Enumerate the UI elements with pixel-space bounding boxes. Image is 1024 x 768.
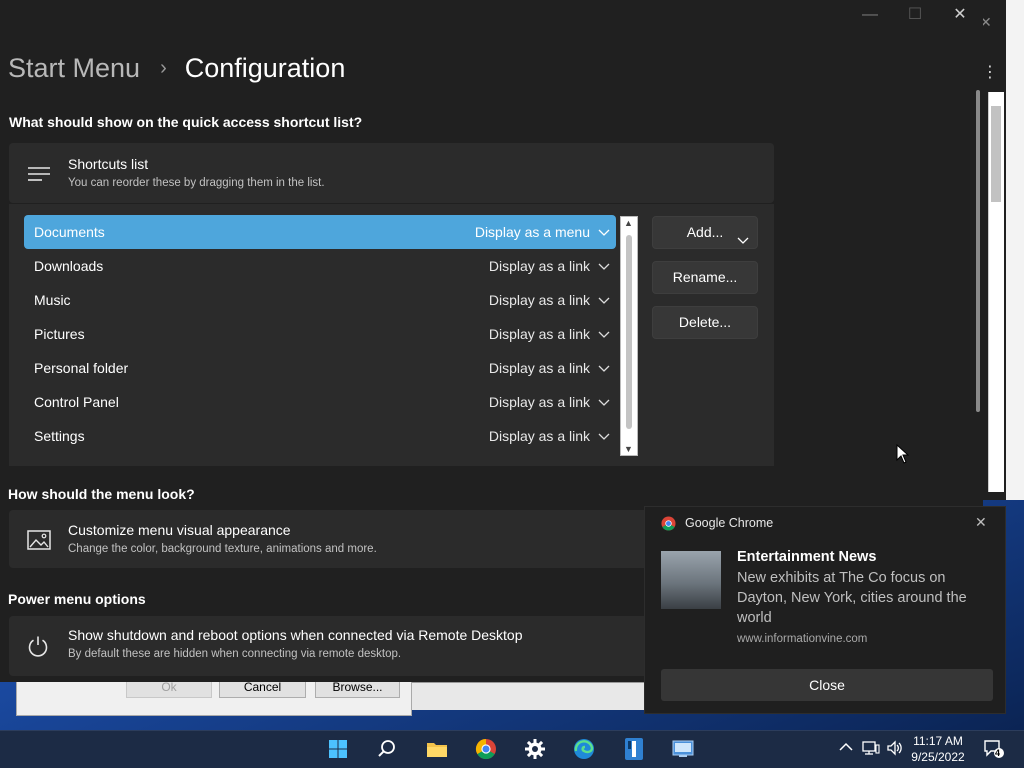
remote-desktop-power-title: Show shutdown and reboot options when co…: [68, 627, 523, 643]
shortcut-name: Downloads: [34, 258, 104, 274]
shortcuts-list-card: Shortcuts list You can reorder these by …: [9, 143, 774, 203]
shortcuts-list-title: Shortcuts list: [68, 156, 149, 172]
breadcrumb-root[interactable]: Start Menu: [8, 53, 140, 84]
notification-close-icon[interactable]: ✕: [975, 514, 987, 531]
shortcut-display-mode[interactable]: Display as a menu: [475, 224, 590, 240]
mouse-cursor-icon: [896, 443, 910, 469]
shortcut-name: Music: [34, 292, 71, 308]
background-scrollbar-thumb[interactable]: [991, 106, 1001, 202]
power-section-heading: Power menu options: [8, 591, 146, 607]
chevron-down-icon: [737, 226, 749, 257]
notification-app-name: Google Chrome: [685, 516, 774, 530]
clock-date: 9/25/2022: [911, 750, 965, 764]
page-title: Configuration: [184, 52, 346, 83]
chevron-down-icon[interactable]: [598, 395, 610, 411]
windows-start-icon[interactable]: [324, 736, 352, 762]
shortcut-row-downloads[interactable]: Downloads Display as a link: [24, 249, 616, 283]
search-icon[interactable]: [373, 736, 401, 762]
shortcut-display-mode[interactable]: Display as a link: [489, 292, 590, 308]
notification-body: New exhibits at The Co focus on Dayton, …: [737, 570, 967, 626]
shortcut-display-mode[interactable]: Display as a link: [489, 360, 590, 376]
main-scrollbar-thumb[interactable]: [976, 90, 980, 412]
shortcut-name: Personal folder: [34, 360, 129, 376]
shortcut-display-mode[interactable]: Display as a link: [489, 394, 590, 410]
breadcrumb-separator: ›: [160, 56, 167, 79]
file-explorer-icon[interactable]: [423, 736, 451, 762]
notification-count-badge: 4: [995, 748, 1001, 758]
list-lines-icon: [27, 165, 51, 188]
add-button[interactable]: Add...: [652, 216, 758, 249]
chevron-down-icon[interactable]: [598, 429, 610, 445]
shortcut-display-mode[interactable]: Display as a link: [489, 258, 590, 274]
scrollbar-thumb[interactable]: [626, 235, 632, 429]
shortcut-row-control-panel[interactable]: Control Panel Display as a link: [24, 385, 616, 419]
scroll-up-arrow-icon[interactable]: ▲: [624, 218, 633, 228]
maximize-icon[interactable]: ☐: [900, 4, 930, 26]
breadcrumb: Start Menu › Configuration: [8, 48, 345, 88]
add-button-label: Add...: [686, 224, 724, 240]
shortcut-name: Settings: [34, 428, 85, 444]
chevron-down-icon[interactable]: [598, 293, 610, 309]
remote-desktop-icon[interactable]: [669, 736, 697, 762]
minimize-icon[interactable]: —: [855, 4, 885, 26]
volume-icon[interactable]: [886, 740, 904, 759]
notification-title: Entertainment News: [737, 549, 877, 565]
shortcut-display-mode[interactable]: Display as a link: [489, 326, 590, 342]
background-window: ✕ ⋮: [980, 0, 1024, 500]
settings-gear-icon[interactable]: [521, 736, 549, 762]
chevron-down-icon[interactable]: [598, 259, 610, 275]
look-section-heading: How should the menu look?: [8, 486, 195, 502]
remote-desktop-power-subtitle: By default these are hidden when connect…: [68, 648, 402, 660]
more-options-icon[interactable]: ⋮: [982, 62, 998, 82]
chrome-icon: [661, 516, 676, 536]
rename-button[interactable]: Rename...: [652, 261, 758, 294]
notification-toast[interactable]: Google Chrome ✕ Entertainment News New e…: [644, 506, 1006, 714]
shortcut-row-pictures[interactable]: Pictures Display as a link: [24, 317, 616, 351]
background-dialog-strip: [412, 682, 644, 710]
shortcut-name: Pictures: [34, 326, 85, 342]
title-bar: — ☐ ✕: [0, 0, 983, 32]
shortcut-display-mode[interactable]: Display as a link: [489, 428, 590, 444]
shortcut-row-documents[interactable]: Documents Display as a menu: [24, 215, 616, 249]
chevron-down-icon[interactable]: [598, 327, 610, 343]
delete-button[interactable]: Delete...: [652, 306, 758, 339]
clock-time: 11:17 AM: [913, 734, 963, 748]
chevron-up-icon[interactable]: [839, 740, 853, 755]
network-icon[interactable]: [862, 740, 880, 759]
shortcut-row-music[interactable]: Music Display as a link: [24, 283, 616, 317]
shortcut-name: Documents: [34, 224, 105, 240]
system-clock[interactable]: 11:17 AM 9/25/2022: [910, 733, 966, 765]
visual-appearance-card[interactable]: Customize menu visual appearance Change …: [9, 510, 709, 568]
shortcut-name: Control Panel: [34, 394, 119, 410]
news-thumbnail-image: [661, 551, 721, 609]
notification-close-button[interactable]: Close: [661, 669, 993, 701]
visual-appearance-subtitle: Change the color, background texture, an…: [68, 543, 377, 555]
notification-source: www.informationvine.com: [737, 633, 868, 645]
chevron-down-icon[interactable]: [598, 225, 610, 241]
visual-appearance-title: Customize menu visual appearance: [68, 522, 291, 538]
power-icon: [27, 635, 49, 662]
scroll-down-arrow-icon[interactable]: ▼: [624, 444, 633, 454]
shortcuts-list-scrollbar[interactable]: ▲ ▼: [620, 216, 638, 456]
notification-center-icon[interactable]: 4: [983, 739, 1005, 762]
app-icon[interactable]: [620, 736, 648, 762]
edge-icon[interactable]: [570, 736, 598, 762]
image-icon: [27, 530, 51, 555]
shortcuts-list-subtitle: You can reorder these by dragging them i…: [68, 177, 325, 189]
chevron-down-icon[interactable]: [598, 361, 610, 377]
chrome-icon[interactable]: [472, 736, 500, 762]
close-icon[interactable]: ✕: [945, 4, 975, 26]
shortcut-row-settings[interactable]: Settings Display as a link: [24, 419, 616, 453]
shortcut-row-personal-folder[interactable]: Personal folder Display as a link: [24, 351, 616, 385]
shortcut-section-heading: What should show on the quick access sho…: [9, 114, 363, 130]
remote-desktop-power-card[interactable]: Show shutdown and reboot options when co…: [9, 616, 709, 676]
